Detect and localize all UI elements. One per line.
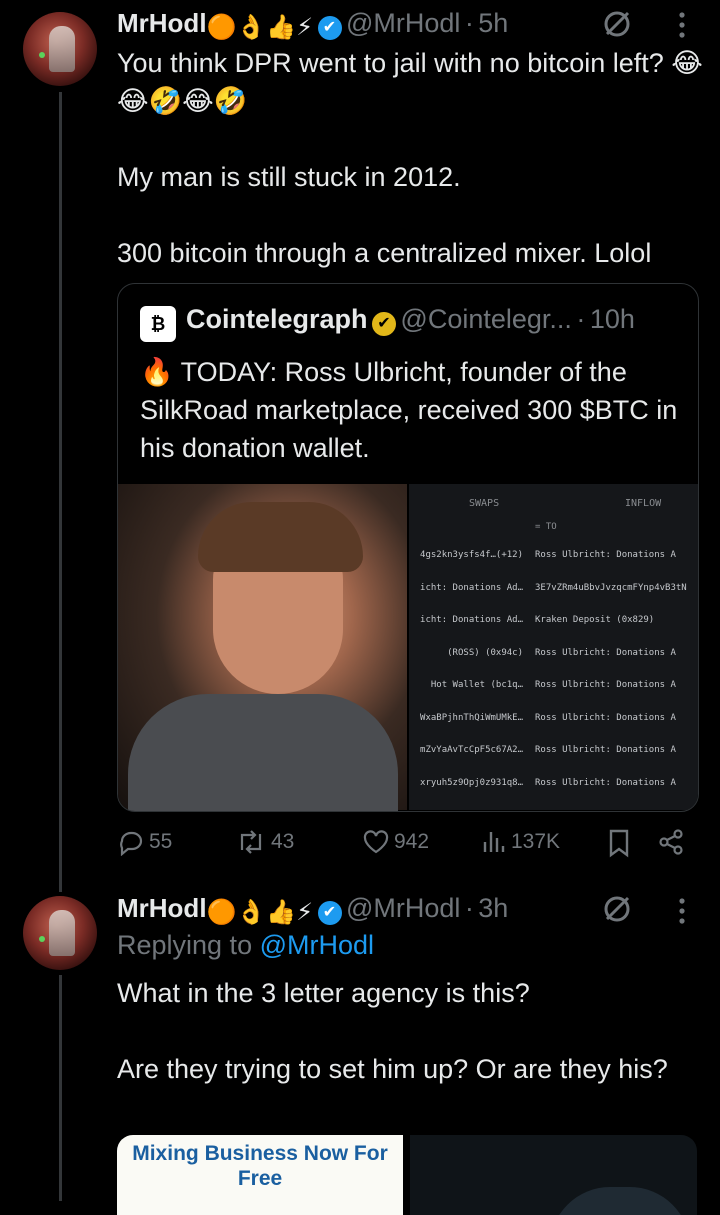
thread-line xyxy=(59,975,62,1201)
to-label: = TO xyxy=(535,522,557,532)
more-icon[interactable] xyxy=(676,10,688,40)
media-caption: Mixing Business Now For Free xyxy=(132,1142,388,1190)
transaction-row: Hot Wallet (bc1q… Ross Ulbricht: Donation… xyxy=(409,680,698,712)
more-icon[interactable] xyxy=(676,896,688,926)
grok-icon[interactable] xyxy=(601,8,633,40)
views-icon xyxy=(481,828,507,856)
media-image-left[interactable]: Mixing Business Now For Free xyxy=(117,1135,403,1215)
reply-count: 55 xyxy=(149,830,173,853)
replying-handle-link[interactable]: @MrHodl xyxy=(260,930,374,960)
transaction-destination: Ross Ulbricht: Donations A xyxy=(535,647,676,658)
transaction-source: Hot Wallet (bc1q… xyxy=(430,680,523,690)
transaction-row: icht: Donations Ad… Kraken Deposit (0x829… xyxy=(409,615,698,647)
separator: · xyxy=(576,304,586,334)
transaction-source: xryuh5z9Opj0z931q8… xyxy=(420,777,523,788)
grok-icon[interactable] xyxy=(601,893,633,925)
transaction-row: 4gs2kn3ysfs4f…(+12) Ross Ulbricht: Donati… xyxy=(409,550,698,582)
author-handle[interactable]: @MrHodl xyxy=(346,893,460,923)
repost-count: 43 xyxy=(271,830,295,853)
tweet-text: You think DPR went to jail with no bitco… xyxy=(117,48,703,268)
repost-button[interactable]: 43 xyxy=(235,828,294,856)
col-inflow: INFLOW xyxy=(625,498,662,509)
views-count: 137K xyxy=(511,830,561,853)
tweet-header: MrHodl🟠👌👍⚡ ✔ @MrHodl · 5h xyxy=(117,8,508,44)
like-count: 942 xyxy=(394,830,430,853)
quote-avatar[interactable]: ₿ xyxy=(140,306,176,342)
verified-icon: ✔ xyxy=(317,900,342,925)
tweet-header: MrHodl🟠👌👍⚡ ✔ @MrHodl · 3h xyxy=(117,893,508,929)
views-button[interactable]: 137K xyxy=(481,828,560,856)
like-icon xyxy=(362,828,390,856)
transaction-source: (ROSS) (0x94c) xyxy=(447,647,523,658)
avatar[interactable] xyxy=(23,12,97,86)
transaction-row: mZvYaAvTcCpF5c67A2… Ross Ulbricht: Donati… xyxy=(409,745,698,777)
author-emojis: 🟠👌👍⚡ xyxy=(206,14,314,42)
quote-timestamp[interactable]: 10h xyxy=(590,304,635,334)
quote-header: Cointelegraph ✔ @Cointelegr... · 10h xyxy=(186,304,635,340)
replying-prefix: Replying to xyxy=(117,930,253,960)
transaction-source: icht: Donations Ad… xyxy=(420,615,523,625)
transaction-destination: Ross Ulbricht: Donations A xyxy=(535,777,676,788)
separator: · xyxy=(464,8,474,38)
thread-line xyxy=(59,92,62,892)
timestamp[interactable]: 5h xyxy=(478,8,508,38)
media-photo[interactable] xyxy=(118,484,407,811)
col-swaps: SWAPS xyxy=(469,498,500,509)
transaction-destination: Ross Ulbricht: Donations A xyxy=(535,712,676,723)
avatar[interactable] xyxy=(23,896,97,970)
author-handle[interactable]: @MrHodl xyxy=(346,8,460,38)
quote-text: 🔥 TODAY: Ross Ulbricht, founder of the S… xyxy=(140,357,685,463)
verified-gold-icon: ✔ xyxy=(371,311,396,336)
transaction-row: (ROSS) (0x94c) Ross Ulbricht: Donations A xyxy=(409,648,698,680)
transaction-source: WxaBPjhnThQiWmUMkE… xyxy=(420,712,523,723)
transaction-source: mZvYaAvTcCpF5c67A2… xyxy=(420,745,523,755)
transaction-destination: 3E7vZRm4uBbvJvzqcmFYnp4vB3tN xyxy=(535,582,687,593)
timestamp[interactable]: 3h xyxy=(478,893,508,923)
author-name[interactable]: MrHodl xyxy=(117,893,207,923)
transaction-row: icht: Donations Ad… 3E7vZRm4uBbvJvzqcmFYn… xyxy=(409,583,698,615)
transaction-source: icht: Donations Ad… xyxy=(420,582,523,593)
repost-icon xyxy=(235,828,267,856)
transaction-destination: Ross Ulbricht: Donations A xyxy=(535,550,676,560)
author-name[interactable]: MrHodl xyxy=(117,8,207,38)
reply-button[interactable]: 55 xyxy=(117,828,172,856)
separator: · xyxy=(464,893,474,923)
bookmark-icon[interactable] xyxy=(608,828,630,858)
quote-author-name[interactable]: Cointelegraph xyxy=(186,304,368,334)
transaction-row: xryuh5z9Opj0z931q8… Ross Ulbricht: Donati… xyxy=(409,778,698,810)
quoted-tweet[interactable]: ₿ Cointelegraph ✔ @Cointelegr... · 10h 🔥… xyxy=(117,283,699,812)
media-transactions-screenshot[interactable]: SWAPS INFLOW = TO 4gs2kn3ysfs4f…(+12) Ros… xyxy=(409,484,698,810)
quote-handle[interactable]: @Cointelegr... xyxy=(400,304,572,334)
transaction-row: WxaBPjhnThQiWmUMkE… Ross Ulbricht: Donati… xyxy=(409,713,698,745)
tweet-text: What in the 3 letter agency is this? Are… xyxy=(117,978,668,1084)
media-image-right[interactable] xyxy=(410,1135,697,1215)
reply-icon xyxy=(117,828,145,856)
transaction-destination: Ross Ulbricht: Donations A xyxy=(535,680,676,690)
transaction-source: 4gs2kn3ysfs4f…(+12) xyxy=(420,550,523,560)
transaction-destination: Kraken Deposit (0x829) xyxy=(535,615,655,625)
transaction-destination: Ross Ulbricht: Donations A xyxy=(535,745,676,755)
action-bar: 55 43 942 137K xyxy=(117,828,697,862)
replying-to: Replying to @MrHodl xyxy=(117,930,374,961)
author-emojis: 🟠👌👍⚡ xyxy=(206,899,314,927)
like-button[interactable]: 942 xyxy=(362,828,429,856)
verified-icon: ✔ xyxy=(317,15,342,40)
share-icon[interactable] xyxy=(657,828,685,856)
